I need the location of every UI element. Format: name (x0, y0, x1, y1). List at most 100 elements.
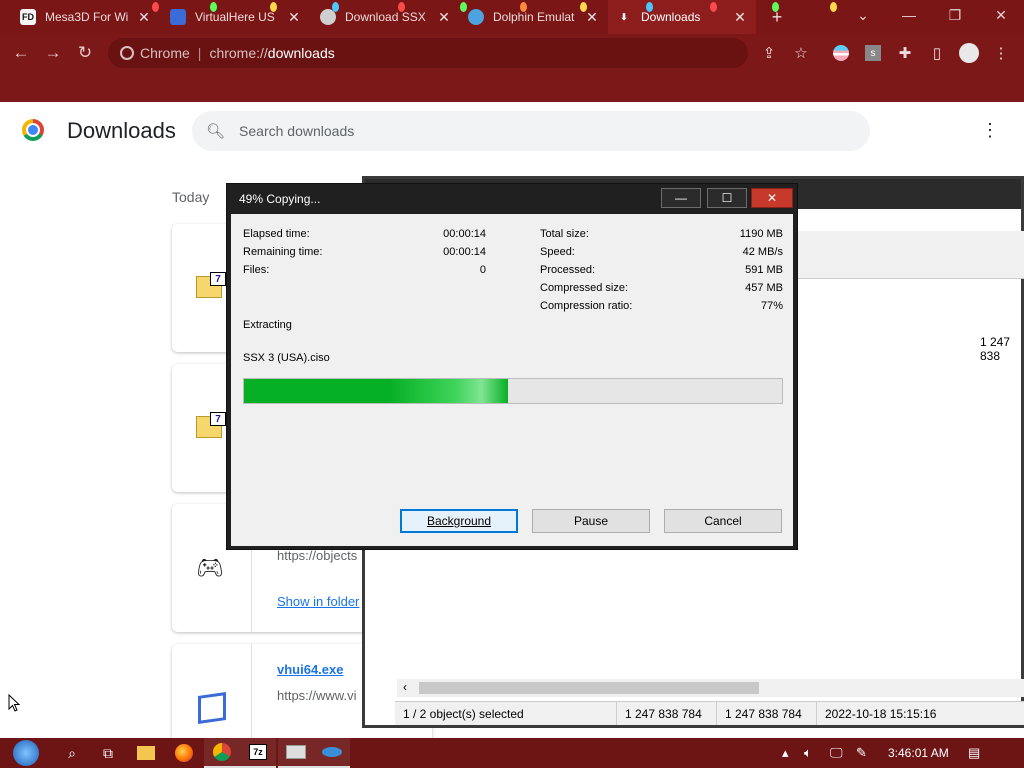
dialog-maximize-button[interactable]: ☐ (707, 188, 747, 208)
tab-downloads[interactable]: ⬇ Downloads ✕ (608, 0, 756, 34)
total-size-label: Total size: (540, 228, 589, 240)
fd-favicon-icon: FD (20, 9, 36, 25)
tab-download-ssx[interactable]: Download SSX ✕ (312, 0, 460, 34)
page-title: Downloads (67, 118, 176, 143)
search-taskbar-icon[interactable]: ⌕ (54, 738, 90, 768)
extract-progress-dialog: 49% Copying... — ☐ ✕ Elapsed time: 00:00… (226, 183, 798, 550)
forward-arrow-icon[interactable]: → (40, 40, 66, 66)
background-button[interactable]: Background (400, 509, 518, 533)
site-chip: Chrome (140, 45, 190, 61)
close-tab-icon[interactable]: ✕ (732, 9, 748, 26)
omnibox-separator: | (197, 45, 202, 61)
downloads-more-menu-icon[interactable]: ⋮ (980, 120, 1000, 142)
firefox-icon[interactable] (166, 738, 202, 768)
side-panel-icon[interactable]: ▯ (926, 42, 948, 64)
file-explorer-icon[interactable] (128, 738, 164, 768)
tab-label: Download SSX (345, 10, 426, 24)
elapsed-time-label: Elapsed time: (243, 228, 310, 240)
speed-value: 42 MB/s (742, 246, 783, 258)
dolphin-favicon-icon (468, 9, 484, 25)
tab-virtualhere[interactable]: VirtualHere US ✕ (162, 0, 310, 34)
windows-logo-icon (13, 740, 39, 766)
pen-icon[interactable]: ✎ (856, 738, 867, 768)
compressed-size-label: Compressed size: (540, 282, 629, 294)
close-tab-icon[interactable]: ✕ (436, 9, 452, 26)
task-view-icon[interactable]: ⧉ (90, 738, 126, 768)
close-tab-icon[interactable]: ✕ (584, 9, 600, 26)
taskbar: ⌕ ⧉ 7z ▴ 🔈︎ 🖵︎ ✎ 3:46:01 AM ▤ (0, 738, 1024, 768)
clock[interactable]: 3:46:01 AM (888, 738, 949, 768)
tab-search-chevron-icon[interactable]: ⌄ (840, 0, 886, 30)
status-size: 1 247 838 784 (617, 702, 717, 725)
close-tab-icon[interactable]: ✕ (286, 9, 302, 26)
dialog-close-button[interactable]: ✕ (751, 188, 793, 208)
gamepad-icon: 🎮︎ (196, 555, 224, 580)
new-tab-button[interactable]: + (760, 0, 794, 34)
share-icon[interactable]: ⇪ (758, 42, 780, 64)
download-filename-link[interactable]: vhui64.exe (277, 662, 344, 677)
close-tab-icon[interactable]: ✕ (136, 9, 152, 26)
scroll-left-icon[interactable]: ‹ (403, 680, 407, 694)
chrome-page-icon (120, 46, 134, 60)
status-modified: 2022-10-18 15:15:16 (825, 706, 937, 721)
search-icon: 🔍︎ (206, 123, 226, 140)
start-button[interactable] (4, 738, 48, 768)
volume-icon[interactable]: 🔈︎ (804, 738, 812, 768)
progress-bar-fill (244, 379, 508, 403)
extension-s-icon[interactable]: s (862, 42, 884, 64)
files-value: 0 (479, 264, 486, 276)
7z-folder-icon: 7 (196, 412, 228, 438)
tab-label: VirtualHere US (195, 10, 275, 24)
extract-progress-bar (243, 378, 783, 404)
tray-overflow-icon[interactable]: ▴ (782, 738, 789, 768)
compressed-size-value: 457 MB (745, 282, 783, 294)
chrome-taskbar-icon[interactable] (204, 738, 240, 768)
tab-dolphin[interactable]: Dolphin Emulat ✕ (460, 0, 608, 34)
processed-label: Processed: (540, 264, 596, 276)
network-icon[interactable]: 🖵︎ (830, 738, 843, 768)
status-selection: 1 / 2 object(s) selected (395, 702, 617, 725)
url-prefix: chrome:// (209, 45, 268, 61)
chrome-logo-icon (22, 119, 44, 141)
address-bar[interactable]: Chrome | chrome:// downloads (108, 38, 748, 68)
tab-strip: FD Mesa3D For Wi ✕ VirtualHere US ✕ Down… (0, 0, 1024, 34)
search-downloads-input[interactable]: 🔍︎ Search downloads (192, 111, 870, 151)
extension-flag-icon[interactable] (830, 42, 852, 64)
pause-button[interactable]: Pause (532, 509, 650, 533)
browser-menu-icon[interactable]: ⋮ (990, 42, 1012, 64)
background-button-label: Background (426, 514, 492, 528)
horizontal-scrollbar[interactable]: ‹ (397, 679, 1024, 697)
dolphin-taskbar-icon[interactable] (314, 738, 350, 768)
tab-label: Dolphin Emulat (493, 10, 575, 24)
processed-value: 591 MB (745, 264, 783, 276)
virtualhere-favicon-icon (170, 9, 186, 25)
file-manager-statusbar: 1 / 2 object(s) selected 1 247 838 784 1… (395, 701, 1024, 725)
url-path: downloads (267, 45, 335, 61)
status-packed-size: 1 247 838 784 (717, 702, 817, 725)
bookmark-star-icon[interactable]: ☆ (790, 42, 812, 64)
notifications-icon[interactable]: ▤ (968, 738, 980, 768)
tab-mesa3d[interactable]: FD Mesa3D For Wi ✕ (12, 0, 160, 34)
remaining-time-value: 00:00:14 (443, 246, 486, 258)
file-size-cell: 1 247 838 (980, 335, 1011, 363)
minimize-window-button[interactable]: — (886, 0, 932, 30)
elapsed-time-value: 00:00:14 (443, 228, 486, 240)
profile-avatar-icon[interactable] (958, 42, 980, 64)
cancel-button[interactable]: Cancel (664, 509, 782, 533)
extensions-puzzle-icon[interactable]: ✚ (894, 42, 916, 64)
dialog-body: Elapsed time: 00:00:14 Remaining time: 0… (231, 214, 793, 546)
app-icon (198, 692, 226, 724)
scrollbar-thumb[interactable] (419, 682, 759, 694)
back-arrow-icon[interactable]: ← (8, 40, 34, 66)
compression-ratio-value: 77% (760, 300, 783, 312)
7zip-taskbar-icon[interactable]: 7z (240, 738, 276, 768)
show-in-folder-link[interactable]: Show in folder (277, 594, 359, 609)
close-window-button[interactable]: ✕ (978, 0, 1024, 30)
dialog-minimize-button[interactable]: — (661, 188, 701, 208)
dialog-title: 49% Copying... (239, 192, 321, 206)
download-url: https://www.vi (277, 688, 357, 703)
search-placeholder: Search downloads (239, 123, 355, 139)
reload-icon[interactable]: ↻ (72, 40, 98, 66)
restore-window-button[interactable]: ❐ (932, 0, 978, 30)
monitor-app-icon[interactable] (278, 738, 314, 768)
